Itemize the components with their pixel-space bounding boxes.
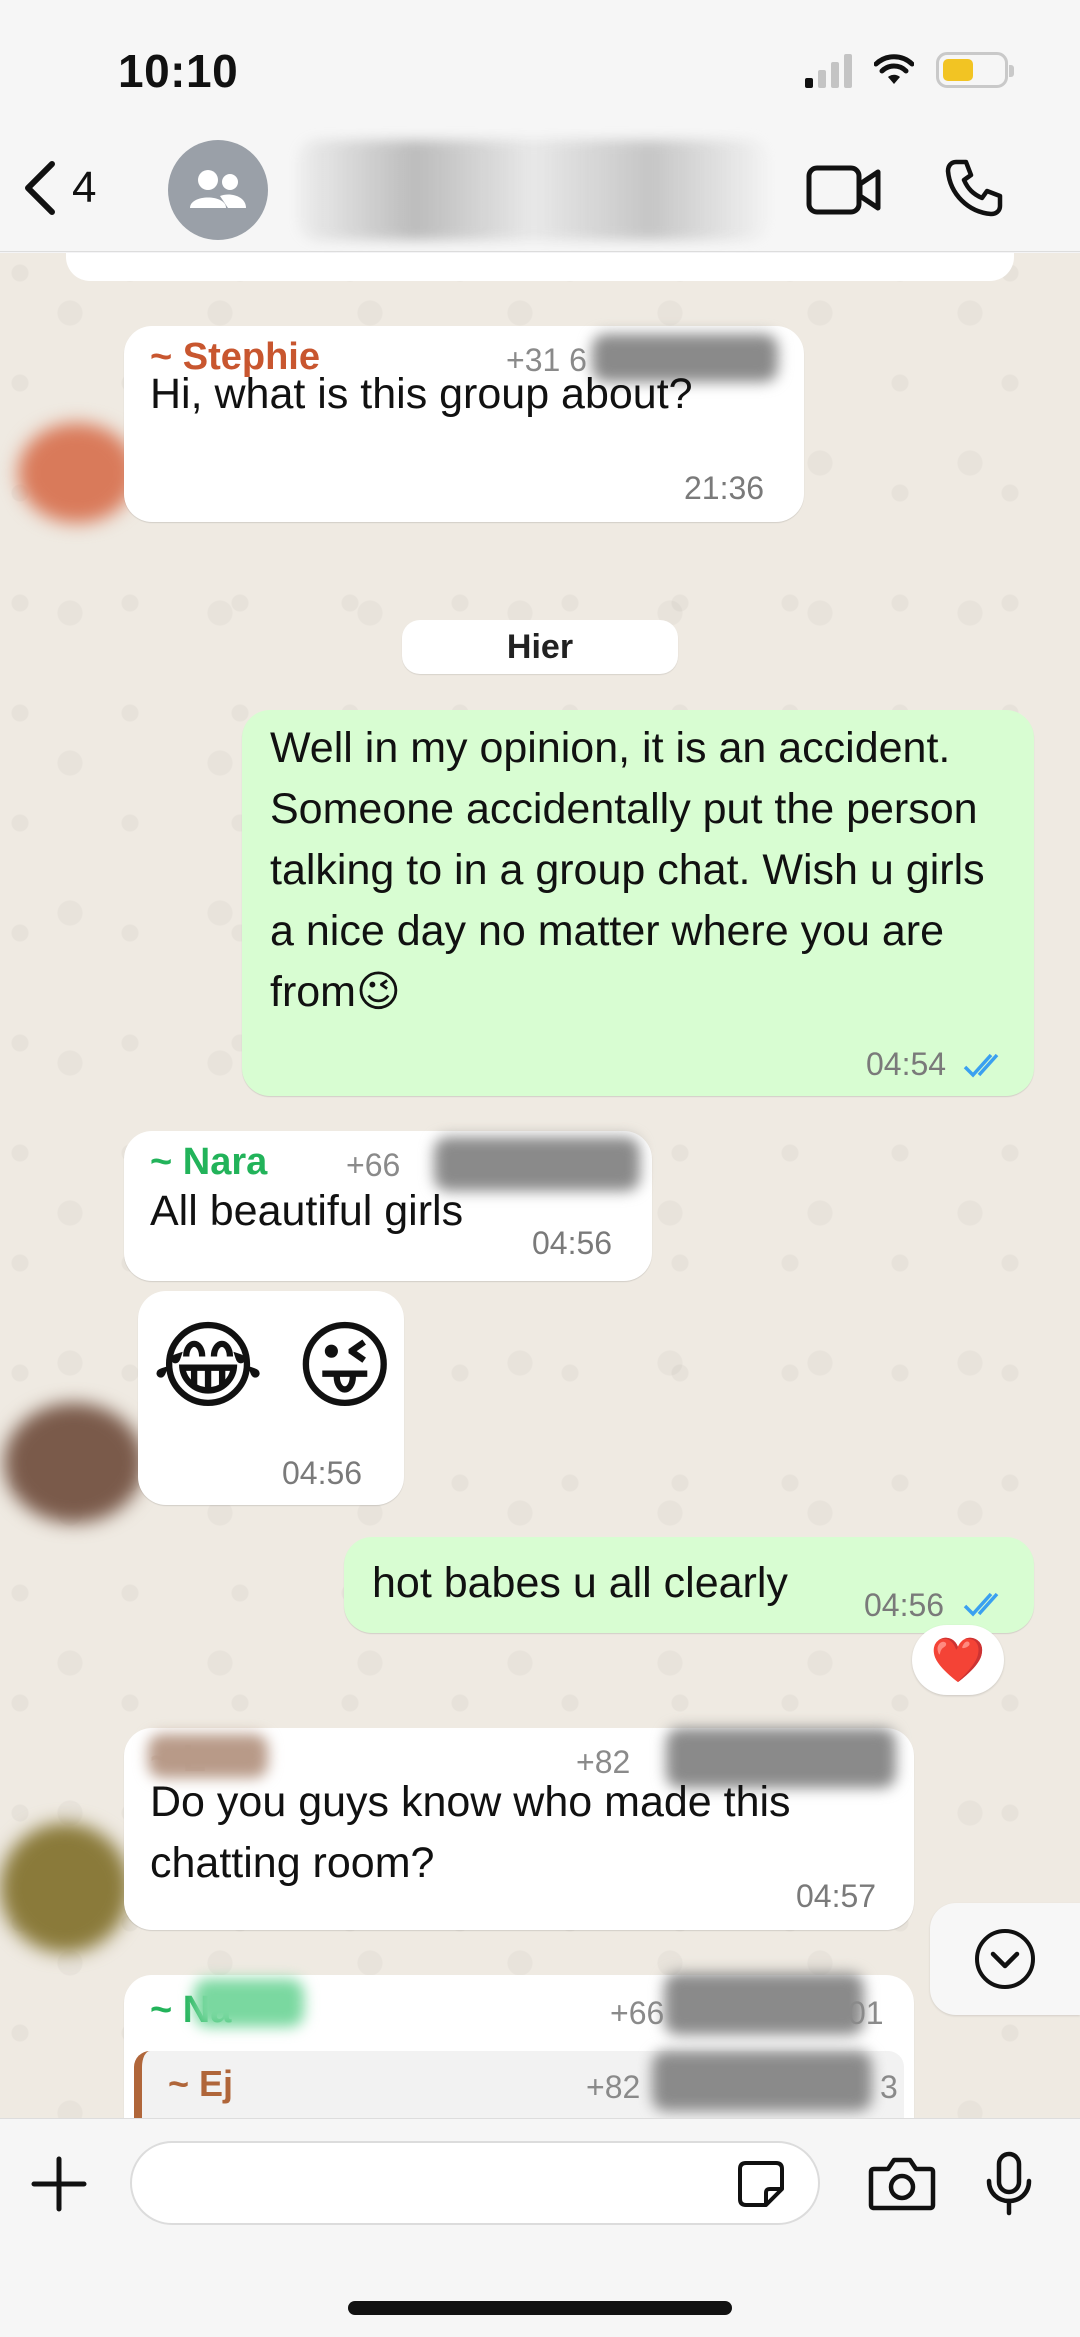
scroll-to-bottom-button[interactable] [930, 1903, 1080, 2015]
phone-icon [945, 159, 1003, 217]
message-time: 04:57 [796, 1878, 877, 1914]
read-receipt-icon [963, 1053, 999, 1078]
quoted-message[interactable]: ~ Ej +82 3 [134, 2051, 904, 2118]
phone-redacted [652, 2051, 872, 2111]
quoted-sender-phone: +82 [586, 2069, 641, 2105]
message-bubble[interactable]: ~ Na +66 01 ~ Ej +82 3 [124, 1973, 914, 2118]
message-bubble-outgoing[interactable]: Well in my opinion, it is an accident. S… [242, 710, 1034, 1096]
microphone-icon [986, 2151, 1032, 2216]
sender-phone: +66 [346, 1147, 401, 1183]
message-bubble-outgoing[interactable]: hot babes u all clearly 04:56 [344, 1537, 1034, 1633]
message-text: Do you guys know who made this chatting … [150, 1778, 791, 1887]
battery-icon [936, 52, 1014, 88]
unread-count: 4 [72, 163, 97, 212]
sender-avatar-redacted[interactable] [0, 1823, 130, 1953]
message-time: 21:36 [684, 470, 765, 506]
status-icons [805, 52, 1014, 88]
video-call-button[interactable] [806, 162, 882, 223]
message-time: 04:56 [864, 1587, 945, 1623]
emoji-message: 😂 😜 [152, 1310, 395, 1422]
sender-name[interactable]: ~ Nara [150, 1141, 267, 1184]
back-button[interactable]: 4 [20, 158, 96, 218]
message-input-box[interactable] [130, 2141, 820, 2225]
sender-avatar-redacted[interactable] [18, 423, 136, 523]
message-composer [0, 2118, 1080, 2337]
message-bubble[interactable]: 😂 😜 04:56 [138, 1291, 404, 1505]
sticker-icon [738, 2161, 784, 2207]
read-receipt-icon [963, 1592, 999, 1617]
sender-phone: +66 [610, 1995, 665, 2031]
sender-name-redacted [194, 1979, 304, 2027]
sticker-button[interactable] [736, 2159, 786, 2214]
camera-button[interactable] [868, 2155, 936, 2216]
video-camera-icon [806, 165, 881, 215]
date-separator: Hier [402, 620, 678, 674]
camera-icon [868, 2157, 936, 2211]
signal-icon [805, 52, 852, 88]
microphone-button[interactable] [984, 2151, 1034, 2222]
message-time: 04:56 [282, 1455, 363, 1491]
message-bubble[interactable]: ~ Stephie +31 6 Hi, what is this group a… [124, 326, 804, 522]
message-input[interactable] [132, 2143, 818, 2223]
message-bubble[interactable]: ~ L +82 Do you guys know who made this c… [124, 1728, 914, 1930]
chat-header: 4 [0, 140, 1080, 252]
phone-redacted [434, 1137, 640, 1191]
message-bubble[interactable]: ~ Nara +66 All beautiful girls 04:56 [124, 1131, 652, 1281]
chevron-left-icon [25, 161, 55, 215]
group-avatar[interactable] [168, 140, 268, 240]
status-bar: 10:10 [0, 0, 1080, 140]
chat-area[interactable]: ~ Stephie +31 6 Hi, what is this group a… [0, 253, 1080, 2118]
status-time: 10:10 [118, 45, 239, 97]
message-text: Hi, what is this group about? [150, 370, 693, 418]
group-name-redacted[interactable] [298, 140, 768, 240]
home-indicator[interactable] [348, 2301, 732, 2315]
message-text: All beautiful girls [150, 1187, 464, 1235]
attach-button[interactable] [30, 2155, 88, 2218]
sender-avatar-redacted[interactable] [4, 1403, 144, 1523]
phone-redacted [664, 1973, 864, 2035]
message-time: 04:54 [866, 1046, 947, 1082]
voice-call-button[interactable] [944, 158, 1004, 223]
group-icon [190, 170, 246, 208]
wifi-icon [874, 54, 914, 84]
message-time: 04:56 [532, 1225, 613, 1261]
message-text: hot babes u all clearly [372, 1559, 788, 1607]
message-text: Well in my opinion, it is an accident. S… [270, 724, 985, 1016]
quoted-phone-tail: 3 [880, 2069, 898, 2105]
reaction-badge[interactable]: ❤️ [912, 1625, 1004, 1695]
quoted-sender-name: ~ Ej [168, 2063, 234, 2104]
previous-message-edge [66, 253, 1014, 281]
plus-icon [31, 2156, 87, 2212]
chevron-down-circle-icon [975, 1929, 1035, 1989]
